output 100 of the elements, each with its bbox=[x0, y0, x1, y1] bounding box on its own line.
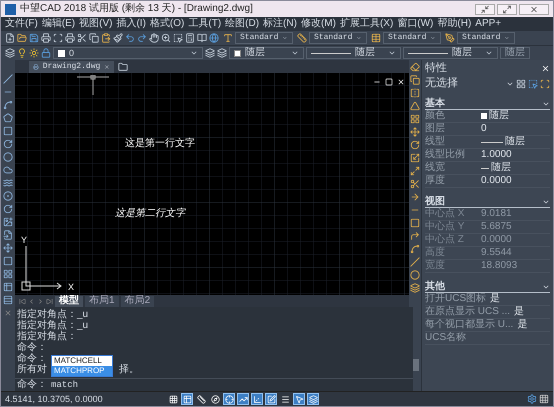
hand-icon[interactable] bbox=[149, 33, 159, 43]
caret-icon[interactable] bbox=[388, 49, 396, 57]
menu-item[interactable]: 修改(M) bbox=[300, 19, 336, 29]
stretch-icon[interactable] bbox=[410, 166, 420, 176]
layout-tab[interactable]: 布局1 bbox=[85, 296, 119, 306]
layers-icon[interactable] bbox=[5, 48, 15, 58]
lock-icon[interactable] bbox=[41, 48, 51, 58]
selection-icon[interactable] bbox=[528, 78, 538, 88]
menu-item[interactable]: 绘图(D) bbox=[225, 19, 260, 29]
style-dropdown[interactable]: Standard bbox=[383, 32, 441, 44]
ellipse-icon[interactable] bbox=[3, 191, 13, 201]
menu-item[interactable]: 扩展工具(X) bbox=[340, 19, 394, 29]
scale-icon[interactable] bbox=[410, 153, 420, 163]
property-value[interactable]: 是 bbox=[517, 320, 528, 330]
caret-icon[interactable] bbox=[190, 49, 198, 57]
section-header[interactable]: 其他 bbox=[425, 282, 445, 292]
brush-icon[interactable] bbox=[113, 33, 123, 43]
settings-icon[interactable] bbox=[527, 394, 537, 404]
color-dropdown[interactable]: 随层 bbox=[229, 47, 304, 59]
array-icon[interactable] bbox=[410, 114, 420, 124]
rotate-icon[interactable] bbox=[410, 140, 420, 150]
table-icon[interactable] bbox=[3, 282, 13, 292]
style-dropdown[interactable]: Standard bbox=[309, 32, 367, 44]
copy-icon[interactable] bbox=[89, 33, 99, 43]
layout-tab[interactable]: 布局2 bbox=[120, 296, 154, 306]
save-icon[interactable] bbox=[29, 33, 39, 43]
menu-item[interactable]: 帮助(H) bbox=[437, 19, 472, 29]
autocomplete-item[interactable]: MATCHCELL bbox=[52, 356, 112, 366]
drawing-canvas[interactable]: 这是第一行文字 这是第二行文字 Y X bbox=[15, 73, 409, 295]
paste-icon[interactable] bbox=[101, 33, 111, 43]
scan-icon[interactable] bbox=[540, 78, 550, 88]
document-tab[interactable]: Drawing2.dwg bbox=[29, 61, 114, 73]
caret-icon[interactable] bbox=[504, 34, 510, 42]
move-icon[interactable] bbox=[410, 127, 420, 137]
square-icon[interactable] bbox=[410, 218, 420, 228]
text-style-icon[interactable] bbox=[223, 33, 233, 43]
cloud-icon[interactable] bbox=[3, 165, 13, 175]
section-header[interactable]: 视图 bbox=[425, 196, 445, 206]
printer-icon[interactable] bbox=[41, 33, 51, 43]
property-value[interactable]: 0.0000 bbox=[481, 176, 512, 186]
wave-icon[interactable] bbox=[3, 178, 13, 188]
new-file-icon[interactable] bbox=[5, 33, 15, 43]
curve-icon[interactable] bbox=[3, 100, 13, 110]
menu-item[interactable]: APP+ bbox=[475, 19, 502, 29]
caret-icon[interactable] bbox=[356, 34, 362, 42]
menu-item[interactable]: 窗口(W) bbox=[397, 19, 434, 29]
polygon-icon[interactable] bbox=[3, 113, 13, 123]
status-toggle[interactable] bbox=[237, 393, 249, 405]
globe-icon[interactable] bbox=[209, 33, 219, 43]
previous-icon[interactable] bbox=[28, 298, 35, 304]
linetype-dropdown[interactable]: 随层 bbox=[306, 47, 401, 59]
property-value[interactable]: 是 bbox=[514, 307, 524, 317]
line-icon[interactable] bbox=[3, 74, 13, 84]
property-value[interactable]: 0 bbox=[481, 124, 487, 134]
redo-icon[interactable] bbox=[137, 33, 147, 43]
zoom-icon[interactable] bbox=[161, 33, 171, 43]
plot-style-field[interactable]: 随层 bbox=[500, 47, 530, 59]
property-value[interactable]: 1.0000 bbox=[481, 150, 512, 160]
printer-icon[interactable] bbox=[65, 33, 75, 43]
menu-item[interactable]: 文件(F) bbox=[5, 19, 38, 29]
maximize-icon[interactable] bbox=[497, 4, 517, 14]
style-dropdown[interactable]: Standard bbox=[457, 32, 515, 44]
tiles-icon[interactable] bbox=[3, 269, 13, 279]
property-value[interactable]: 随层 bbox=[491, 163, 511, 173]
selection-icon[interactable] bbox=[173, 33, 183, 43]
caret-icon[interactable] bbox=[485, 49, 493, 57]
status-toggle[interactable] bbox=[223, 393, 235, 405]
arrow-icon[interactable] bbox=[410, 192, 420, 202]
restore-icon[interactable] bbox=[385, 78, 393, 86]
property-value[interactable]: 随层 bbox=[505, 137, 525, 147]
last-icon[interactable] bbox=[46, 298, 53, 304]
status-toggle[interactable] bbox=[181, 393, 193, 405]
rows-icon[interactable] bbox=[3, 295, 13, 305]
menu-item[interactable]: 视图(V) bbox=[79, 19, 112, 29]
book-icon[interactable] bbox=[197, 33, 207, 43]
circle-icon[interactable] bbox=[3, 152, 13, 162]
layout-tab[interactable]: 模型 bbox=[55, 296, 83, 306]
scrollbar-thumb[interactable] bbox=[413, 359, 419, 371]
menu-item[interactable]: 工具(T) bbox=[188, 19, 222, 29]
folder-icon[interactable] bbox=[118, 62, 128, 72]
scissors-icon[interactable] bbox=[410, 179, 420, 189]
eraser-icon[interactable] bbox=[410, 62, 420, 72]
status-toggle[interactable] bbox=[293, 393, 305, 405]
undo-icon[interactable] bbox=[125, 33, 135, 43]
property-value[interactable]: 是 bbox=[490, 294, 500, 304]
sun-icon[interactable] bbox=[29, 48, 39, 58]
status-toggle[interactable] bbox=[167, 393, 179, 405]
calculator-icon[interactable] bbox=[185, 33, 195, 43]
status-toggle[interactable] bbox=[265, 393, 277, 405]
line-icon[interactable] bbox=[410, 257, 420, 267]
layers-icon[interactable] bbox=[410, 283, 420, 293]
style-dropdown[interactable]: Standard bbox=[235, 32, 293, 44]
layer-dropdown[interactable]: 0 bbox=[53, 47, 203, 59]
scan-icon[interactable] bbox=[53, 33, 63, 43]
arc-icon[interactable] bbox=[3, 204, 13, 214]
insert-icon[interactable] bbox=[3, 217, 13, 227]
circle-icon[interactable] bbox=[410, 270, 420, 280]
menu-item[interactable]: 标注(N) bbox=[263, 19, 297, 29]
grid-icon[interactable] bbox=[539, 394, 549, 404]
minimize-icon[interactable] bbox=[475, 4, 495, 14]
